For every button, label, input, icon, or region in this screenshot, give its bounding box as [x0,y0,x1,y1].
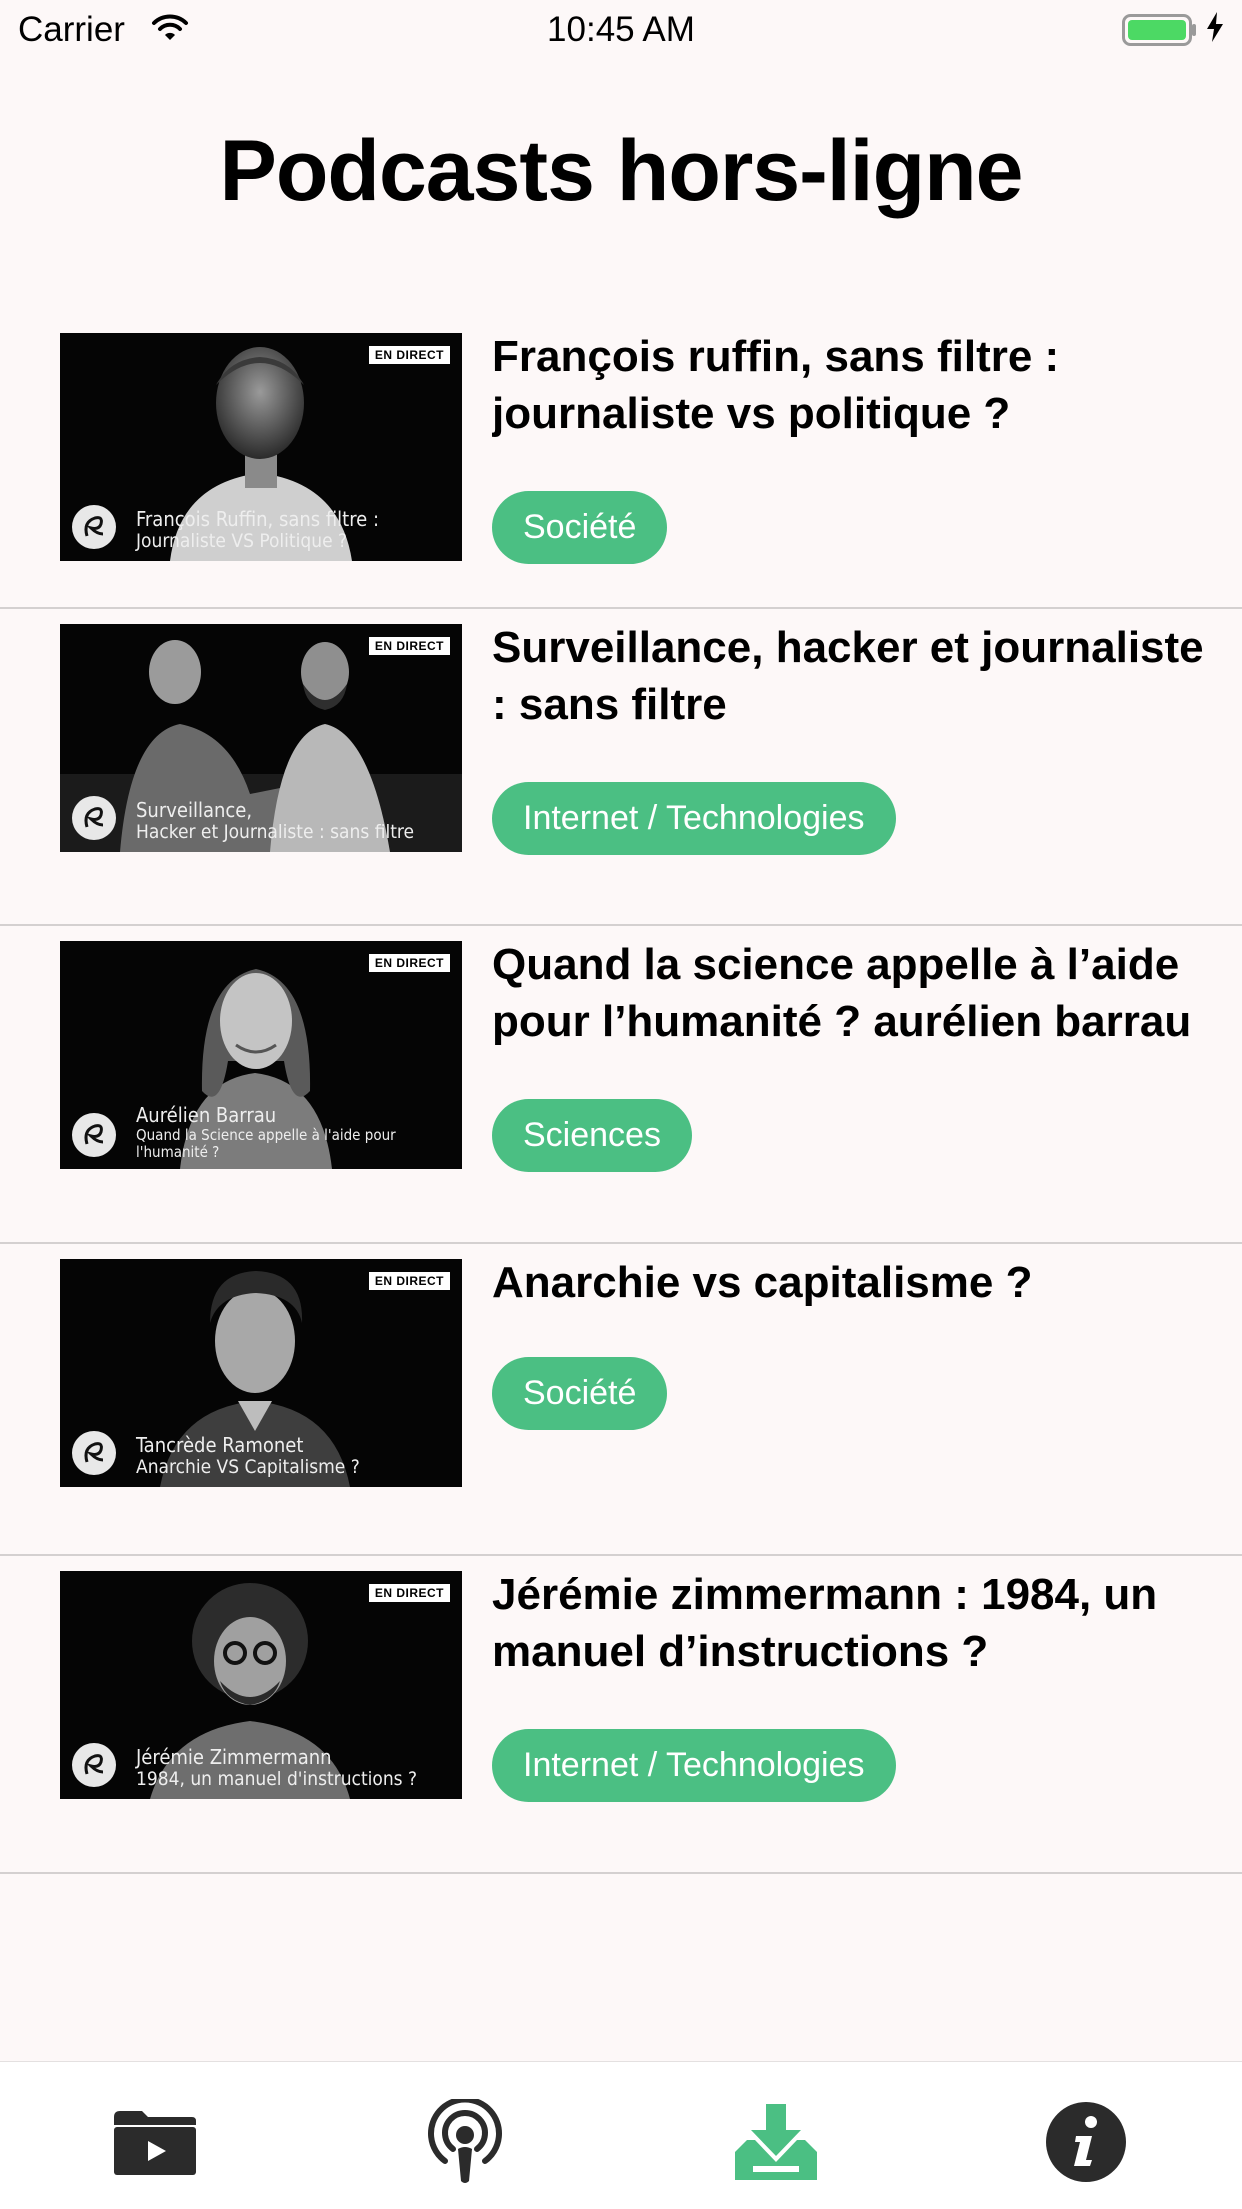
podcast-thumbnail: EN DIRECT Surveillance, Hacker et Journa… [60,624,462,852]
podcast-list: EN DIRECT François Ruffin, sans filtre :… [0,318,1242,1874]
podcast-list-item[interactable]: EN DIRECT François Ruffin, sans filtre :… [0,318,1242,609]
charging-bolt-icon [1206,12,1224,47]
tab-downloads[interactable] [721,2092,831,2192]
podcast-title[interactable]: Anarchie vs capitalisme ? [492,1254,1222,1311]
live-badge: EN DIRECT [368,637,450,655]
thumbnail-caption-line1: Surveillance, [136,798,253,823]
podcast-list-item[interactable]: EN DIRECT Surveillance, Hacker et Journa… [0,609,1242,926]
podcast-icon [428,2099,502,2183]
category-tag[interactable]: Société [492,491,668,564]
tab-podcasts[interactable] [410,2092,520,2192]
thumbnail-caption-line1: Jérémie Zimmermann [136,1745,332,1770]
status-time: 10:45 AM [547,10,695,49]
podcast-title[interactable]: Quand la science appelle à l’aide pour l… [492,936,1222,1050]
thumbnail-caption-line2: Anarchie VS Capitalisme ? [136,1456,360,1479]
live-badge: EN DIRECT [368,346,450,364]
thumbnail-caption: Jérémie Zimmermann 1984, un manuel d'ins… [136,1746,454,1791]
thumbnail-caption-line2: Hacker et Journaliste : sans filtre [136,821,415,844]
thumbnail-caption: Surveillance, Hacker et Journaliste : sa… [136,799,454,844]
live-badge: EN DIRECT [368,1584,450,1602]
info-icon [1046,2102,1126,2182]
channel-logo-icon [72,796,116,840]
thumbnail-caption: Aurélien Barrau Quand la Science appelle… [136,1102,454,1162]
video-folder-icon [114,2111,196,2175]
thumbnail-caption-line1: Tancrède Ramonet [136,1433,304,1458]
thumbnail-caption-line2: Quand la Science appelle à l'aide pour l… [136,1125,396,1161]
podcast-list-item[interactable]: EN DIRECT Aurélien Barrau Quand la Scien… [0,926,1242,1244]
thumbnail-caption-line1: François Ruffin, sans filtre : [136,507,380,532]
podcast-thumbnail: EN DIRECT Tancrède Ramonet Anarchie VS C… [60,1259,462,1487]
channel-logo-icon [72,1113,116,1157]
thumbnail-caption-line2: 1984, un manuel d'instructions ? [136,1768,418,1791]
podcast-list-item[interactable]: EN DIRECT Tancrède Ramonet Anarchie VS C… [0,1244,1242,1556]
tab-bar [0,2061,1242,2209]
battery-icon [1122,14,1198,51]
podcast-thumbnail: EN DIRECT François Ruffin, sans filtre :… [60,333,462,561]
podcast-thumbnail: EN DIRECT Jérémie Zimmermann 1984, un ma… [60,1571,462,1799]
tab-videos[interactable] [100,2092,210,2192]
status-bar: Carrier 10:45 AM [0,0,1242,62]
category-tag[interactable]: Société [492,1357,668,1430]
tab-info[interactable] [1031,2092,1141,2192]
thumbnail-caption-line1: Aurélien Barrau [136,1102,277,1127]
channel-logo-icon [72,505,116,549]
podcast-list-item[interactable]: EN DIRECT Jérémie Zimmermann 1984, un ma… [0,1556,1242,1874]
category-tag[interactable]: Internet / Technologies [492,782,896,855]
live-badge: EN DIRECT [368,1272,450,1290]
channel-logo-icon [72,1743,116,1787]
podcast-thumbnail: EN DIRECT Aurélien Barrau Quand la Scien… [60,941,462,1169]
channel-logo-icon [72,1431,116,1475]
thumbnail-caption: Tancrède Ramonet Anarchie VS Capitalisme… [136,1434,454,1479]
podcast-title[interactable]: François ruffin, sans filtre : journalis… [492,328,1222,442]
podcast-title[interactable]: Jérémie zimmermann : 1984, un manuel d’i… [492,1566,1222,1680]
page-title: Podcasts hors-ligne [219,123,1024,219]
category-tag[interactable]: Internet / Technologies [492,1729,896,1802]
download-icon [735,2104,817,2180]
podcast-title[interactable]: Surveillance, hacker et journaliste : sa… [492,619,1222,733]
thumbnail-caption-line2: Journaliste VS Politique ? [136,530,348,553]
category-tag[interactable]: Sciences [492,1099,692,1172]
thumbnail-caption: François Ruffin, sans filtre : Journalis… [136,508,454,553]
live-badge: EN DIRECT [368,954,450,972]
